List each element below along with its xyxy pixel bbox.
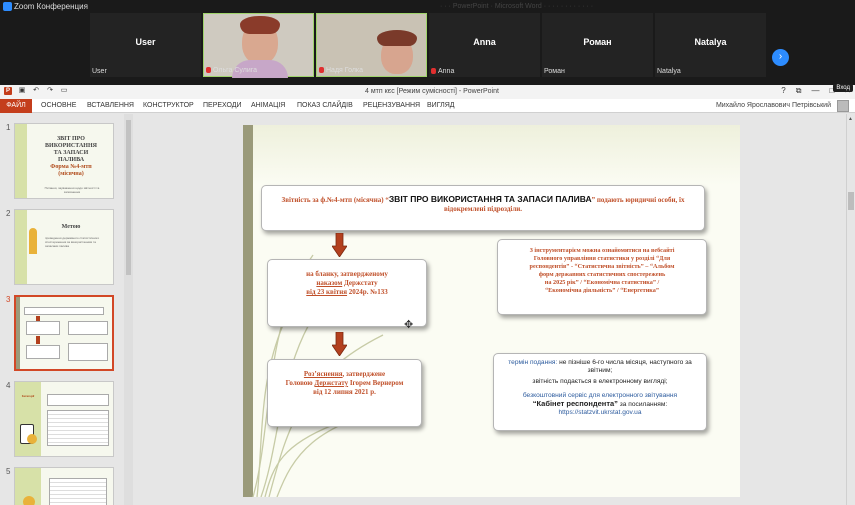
next-participants-button[interactable]: › (772, 49, 789, 66)
thumbnail-subtitle: проведення державного статистичного спос… (45, 236, 100, 248)
slide-number: 3 (6, 295, 11, 304)
slide-thumbnail-1[interactable]: 1 ЗВІТ ПРО ВИКОРИСТАННЯ ТА ЗАПАСИ ПАЛИВА… (0, 123, 124, 201)
rocket-icon (29, 228, 37, 254)
tab-home[interactable]: ОСНОВНЕ (41, 102, 76, 109)
slide-thumbnail-3[interactable]: 3 (0, 295, 124, 373)
tab-design[interactable]: КОНСТРУКТОР (143, 102, 194, 109)
thumbnail-subtitle: Питання, зауваження щодо звітності та за… (44, 186, 100, 194)
submission-info-box: термін подання: не пізніше 6-го числа мі… (493, 353, 707, 431)
participant-label: Ольга Сулига (206, 67, 257, 74)
slideshow-icon[interactable]: ▭ (60, 87, 68, 95)
avatar[interactable] (837, 100, 849, 112)
editor-scrollbar[interactable]: ▲ (846, 114, 855, 505)
participant-center-name: Роман (583, 37, 612, 47)
statzvit-link[interactable]: https://statzvit.ukrstat.gov.ua (500, 409, 700, 417)
help-button[interactable]: ? (781, 86, 785, 96)
participant-tile-roman[interactable]: Роман Роман (542, 13, 653, 77)
form-approval-box: на бланку, затвердженому наказом Держста… (267, 259, 427, 327)
down-arrow-icon (332, 332, 347, 356)
participant-center-name: Anna (473, 37, 496, 47)
tab-view[interactable]: ВИГЛЯД (427, 102, 455, 109)
chevron-right-icon: › (778, 51, 783, 62)
participant-tile-nadia[interactable]: Надя Голка (316, 13, 427, 77)
ribbon-display-button[interactable]: ⧉ (796, 86, 802, 96)
zoom-app-title: Zoom Конференция (14, 2, 88, 11)
participant-label: Anna (431, 68, 454, 75)
participant-tile-natalya[interactable]: Natalya Natalya (655, 13, 766, 77)
slide-number: 5 (6, 467, 11, 476)
participant-label: Natalya (657, 68, 681, 75)
zoom-app-icon (3, 2, 12, 11)
sign-in-tooltip: Вход (833, 84, 853, 92)
tab-review[interactable]: РЕЦЕНЗУВАННЯ (363, 102, 420, 109)
slide-number: 2 (6, 209, 11, 218)
participant-video-hair (377, 30, 417, 46)
slide-number: 1 (6, 123, 11, 132)
tab-slideshow[interactable]: ПОКАЗ СЛАЙДІВ (297, 102, 353, 109)
muted-mic-icon (431, 68, 436, 74)
thumbnail-image (14, 295, 114, 371)
participant-center-name: Natalya (694, 37, 727, 47)
participant-tile-user[interactable]: User User (90, 13, 201, 77)
down-arrow-icon (332, 233, 347, 257)
account-name[interactable]: Михайло Ярославович Петрівський (716, 102, 831, 109)
thumbnail-image: Метою проведення державного статистичног… (14, 209, 114, 285)
zoom-ghost-text: · · · PowerPoint · Microsoft Word · · · … (440, 3, 594, 10)
participant-center-name: User (135, 37, 156, 47)
thumbnail-image: Категорії (14, 381, 114, 457)
ppt-title-bar: P ▣ ↶ ↷ ▭ 4 мтп кєс [Режим сумісності] -… (0, 85, 855, 99)
move-cursor-icon: ✥ (404, 319, 414, 331)
participant-label: Роман (544, 68, 565, 75)
muted-mic-icon (319, 67, 324, 73)
screen: Zoom Конференция · · · PowerPoint · Micr… (0, 0, 855, 505)
participant-strip: User User Ольга Сулига Надя Голка Anna A… (0, 13, 855, 78)
scroll-up-icon[interactable]: ▲ (848, 116, 853, 122)
ribbon-tabs: ФАЙЛ ОСНОВНЕ ВСТАВЛЕННЯ КОНСТРУКТОР ПЕРЕ… (0, 99, 855, 113)
tab-animations[interactable]: АНІМАЦІЯ (251, 102, 285, 109)
redo-icon[interactable]: ↷ (46, 87, 54, 95)
slide-thumbnail-4[interactable]: 4 Категорії (0, 381, 124, 459)
save-icon[interactable]: ▣ (18, 87, 26, 95)
participant-label: User (92, 68, 107, 75)
undo-icon[interactable]: ↶ (32, 87, 40, 95)
clarification-box: Роз’яснення, затверджене Головою Держста… (267, 359, 422, 427)
tab-insert[interactable]: ВСТАВЛЕННЯ (87, 102, 134, 109)
current-slide[interactable]: Звітність за ф.№4-мтп (місячна) “ЗВІТ ПР… (243, 125, 740, 497)
tab-file[interactable]: ФАЙЛ (0, 99, 32, 113)
participant-label: Надя Голка (319, 67, 363, 74)
thumbnail-title: Метою (61, 224, 81, 230)
thumbnail-image (14, 467, 114, 505)
slide-thumbnail-5[interactable]: 5 (0, 467, 124, 505)
muted-mic-icon (206, 67, 211, 73)
thumbnail-title: ЗВІТ ПРО ВИКОРИСТАННЯ ТА ЗАПАСИ ПАЛИВА Ф… (45, 136, 97, 177)
participant-video-hair (240, 16, 280, 34)
reporting-form-box: Звітність за ф.№4-мтп (місячна) “ЗВІТ ПР… (261, 185, 705, 231)
slides-pane-scrollbar[interactable] (124, 114, 133, 505)
slide-number: 4 (6, 381, 11, 390)
minimize-button[interactable]: — (811, 86, 819, 96)
thumbnail-title: Категорії (21, 394, 35, 398)
tab-transitions[interactable]: ПЕРЕХОДИ (203, 102, 242, 109)
zoom-title-bar: Zoom Конференция · · · PowerPoint · Micr… (0, 0, 855, 13)
slides-pane: 1 ЗВІТ ПРО ВИКОРИСТАННЯ ТА ЗАПАСИ ПАЛИВА… (0, 114, 133, 505)
window-title: 4 мтп кєс [Режим сумісності] - PowerPoin… (365, 88, 499, 95)
slide-thumbnail-2[interactable]: 2 Метою проведення державного статистичн… (0, 209, 124, 287)
toolkit-info-box: З інструментарієм можна ознайомитися на … (497, 239, 707, 315)
quick-access-toolbar: P ▣ ↶ ↷ ▭ (4, 87, 68, 95)
powerpoint-logo-icon: P (4, 87, 12, 95)
thumbnail-image: ЗВІТ ПРО ВИКОРИСТАННЯ ТА ЗАПАСИ ПАЛИВА Ф… (14, 123, 114, 199)
participant-tile-olga[interactable]: Ольга Сулига (203, 13, 314, 78)
participant-tile-anna[interactable]: Anna Anna (429, 13, 540, 77)
